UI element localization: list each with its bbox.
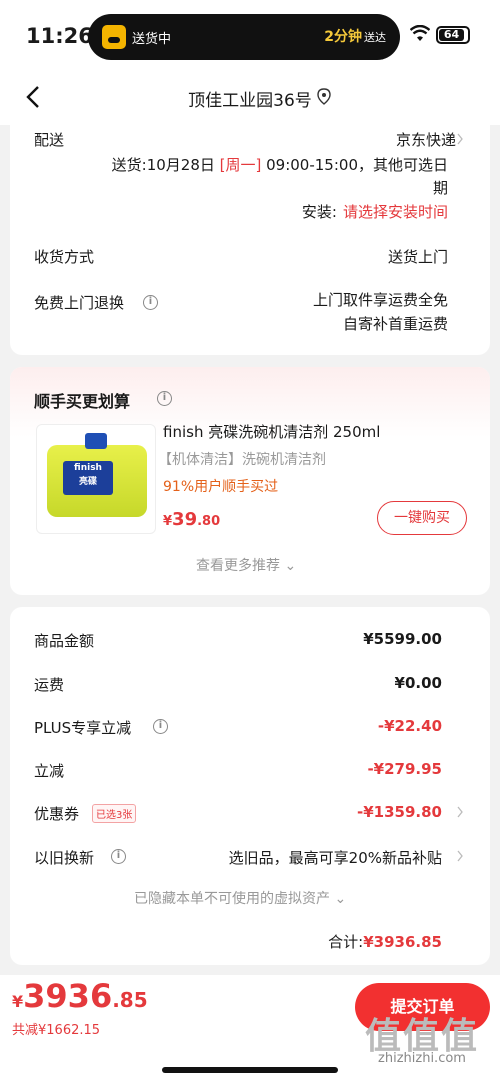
address-title[interactable]: 顶佳工业园36号 (0, 86, 500, 111)
delivery-date[interactable]: 送货:10月28日 [周一] 09:00-15:00，其他可选日 (48, 154, 448, 175)
battery-icon: 64 (436, 26, 470, 44)
location-pin-icon[interactable] (316, 88, 332, 106)
row-value: -¥22.40 (377, 717, 442, 735)
watermark: 值值值 zhizhizhi.com (364, 1016, 479, 1066)
nav-bar: 顶佳工业园36号 (0, 74, 500, 120)
bottom-bar: ¥3936.85 共减¥1662.15 提交订单 值值值 zhizhizhi.c… (0, 975, 500, 1083)
island-eta: 2分钟 送达 (324, 29, 386, 45)
one-click-buy-button[interactable]: 一键购买 (377, 501, 467, 535)
product-name[interactable]: finish 亮碟洗碗机清洁剂 250ml (163, 421, 380, 442)
delivery-icon (102, 25, 126, 49)
top-area: 11:26 送货中 2分钟 送达 64 顶佳工业园36号 (0, 0, 500, 125)
wifi-icon (410, 25, 430, 41)
product-tag: 【机体清洁】洗碗机清洁剂 (158, 452, 326, 468)
dynamic-island[interactable]: 送货中 2分钟 送达 (88, 14, 400, 60)
row-label: 商品金额 (34, 632, 95, 650)
more-recommend-link[interactable]: 查看更多推荐 ⌄ (196, 555, 296, 575)
recommend-card: 顺手买更划算 i finish 亮碟 finish 亮碟洗碗机清洁剂 250ml … (10, 367, 490, 595)
trade-in-value[interactable]: 选旧品，最高可享20%新品补贴 (229, 847, 442, 868)
coupon-badge: 已选3张 (92, 804, 137, 823)
chevron-right-icon (457, 133, 463, 145)
total-price: ¥3936.85 (12, 977, 148, 1015)
chevron-right-icon (457, 850, 463, 862)
bottle-logo: finish 亮碟 (63, 461, 113, 495)
row-label: PLUS专享立减 (34, 719, 132, 737)
coupon-value[interactable]: -¥1359.80 (357, 803, 442, 821)
trade-in-label[interactable]: 以旧换新 (34, 847, 94, 868)
total-row: 合计:¥3936.85 (328, 933, 442, 951)
free-return-label: 免费上门退换 (34, 294, 125, 312)
delivery-card: 配送 京东快递 送货:10月28日 [周一] 09:00-15:00，其他可选日… (10, 125, 490, 355)
return-value-2: 自寄补首重运费 (342, 315, 448, 333)
summary-card: 商品金额 ¥5599.00 运费 ¥0.00 PLUS专享立减 i -¥22.4… (10, 607, 490, 965)
total-saved: 共减¥1662.15 (12, 1023, 101, 1038)
info-icon[interactable]: i (111, 849, 126, 864)
delivery-label: 配送 (34, 131, 65, 149)
chevron-right-icon (457, 806, 463, 818)
hidden-assets-note[interactable]: 已隐藏本单不可使用的虚拟资产 ⌄ (134, 888, 346, 908)
island-status: 送货中 (132, 32, 172, 47)
receive-value: 送货上门 (387, 248, 448, 266)
status-time: 11:26 (26, 24, 93, 48)
recommend-title: 顺手买更划算 (34, 392, 131, 411)
receive-label: 收货方式 (34, 248, 95, 266)
info-icon[interactable]: i (153, 719, 168, 734)
product-price: ¥39.80 (163, 509, 221, 530)
carrier-value[interactable]: 京东快递 (396, 129, 456, 150)
row-value: ¥5599.00 (363, 630, 442, 648)
row-value: ¥0.00 (394, 674, 442, 692)
info-icon[interactable]: i (157, 391, 172, 406)
row-value: -¥279.95 (367, 760, 442, 778)
home-indicator[interactable] (162, 1067, 338, 1073)
install-row[interactable]: 安装: 请选择安装时间 (148, 201, 448, 222)
product-image[interactable]: finish 亮碟 (36, 424, 156, 534)
row-label: 运费 (34, 676, 65, 694)
row-label: 立减 (34, 762, 65, 780)
delivery-date-cont: 期 (432, 179, 448, 197)
return-value-1: 上门取件享运费全免 (312, 291, 448, 309)
status-bar: 11:26 送货中 2分钟 送达 64 (0, 0, 500, 74)
product-note: 91%用户顺手买过 (163, 479, 279, 495)
coupon-label[interactable]: 优惠券 (34, 803, 79, 824)
info-icon[interactable]: i (143, 295, 158, 310)
